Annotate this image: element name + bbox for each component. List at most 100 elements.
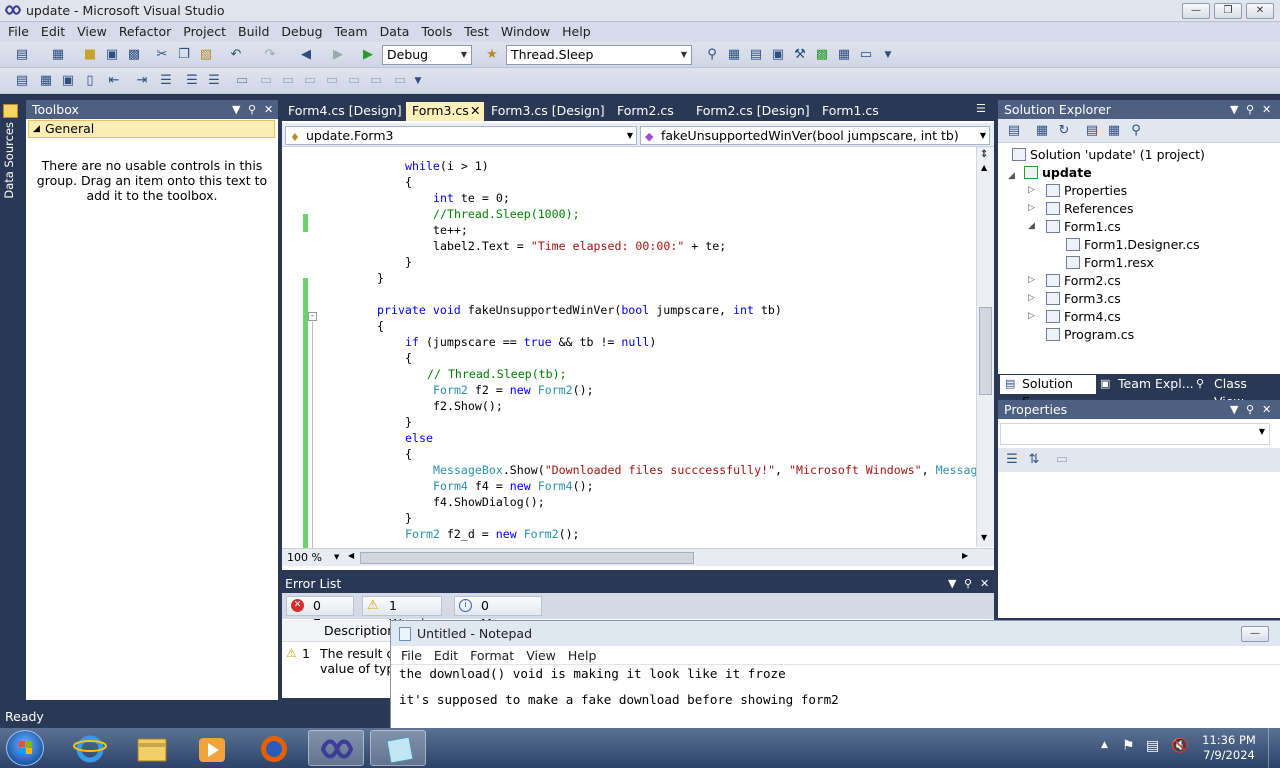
menu-debug[interactable]: Debug: [275, 22, 328, 42]
network-icon[interactable]: ▤: [1146, 738, 1159, 754]
scroll-thumb[interactable]: [979, 307, 992, 395]
tree-item-form1[interactable]: Form1.cs: [1046, 219, 1121, 235]
menu-team[interactable]: Team: [329, 22, 374, 42]
redo-icon[interactable]: ↷: [262, 47, 278, 63]
notepad-minimize-button[interactable]: —: [1241, 626, 1269, 642]
tab-form2-cs[interactable]: Form2.cs: [611, 102, 680, 121]
property-pages-icon[interactable]: ▭: [1054, 452, 1070, 468]
error-dropdown-icon[interactable]: ▼: [948, 574, 956, 593]
collapse-region-icon[interactable]: -: [308, 312, 317, 321]
tree-item-references[interactable]: References: [1046, 201, 1133, 217]
notepad-menu-file[interactable]: File: [395, 646, 428, 664]
expand-arrow-icon[interactable]: ▷: [1028, 185, 1035, 195]
class-dropdown[interactable]: ♦ update.Form3 ▼: [285, 126, 637, 145]
tab-solution-explorer[interactable]: ▤Solution E...: [1000, 375, 1096, 409]
tree-item-properties[interactable]: Properties: [1046, 183, 1127, 199]
tree-item-form3[interactable]: Form3.cs: [1046, 291, 1121, 307]
save-all-icon[interactable]: ▩: [126, 47, 142, 63]
view-designer-icon[interactable]: ▦: [1106, 123, 1122, 139]
object-browser-icon[interactable]: ▣: [770, 47, 786, 63]
next-bookmark-doc-icon[interactable]: ▭: [392, 73, 408, 89]
warnings-filter-button[interactable]: ⚠ 1 Warning: [362, 596, 442, 631]
notepad-menu-help[interactable]: Help: [562, 646, 603, 664]
properties-icon[interactable]: ▤: [1006, 123, 1022, 139]
menu-build[interactable]: Build: [232, 22, 275, 42]
split-icon[interactable]: ⇕: [980, 149, 988, 160]
notepad-menu-edit[interactable]: Edit: [428, 646, 464, 664]
menu-view[interactable]: View: [71, 22, 113, 42]
refresh-icon[interactable]: ↻: [1056, 123, 1072, 139]
expand-arrow-icon[interactable]: ▷: [1028, 275, 1035, 285]
indent-icon[interactable]: ⇥: [134, 73, 150, 89]
notepad-taskbar-button[interactable]: [370, 730, 426, 766]
parameter-info-icon[interactable]: ▦: [38, 73, 54, 89]
solution-explorer-icon[interactable]: ▦: [726, 47, 742, 63]
notepad-menu-format[interactable]: Format: [464, 646, 520, 664]
undo-icon[interactable]: ↶: [228, 47, 244, 63]
copy-icon[interactable]: ❐: [176, 47, 192, 63]
tab-form3-cs[interactable]: Form3.cs ✕: [406, 102, 484, 121]
sol-pin-icon[interactable]: ⚲: [1246, 100, 1254, 119]
props-close-icon[interactable]: ✕: [1262, 400, 1271, 419]
vertical-scrollbar[interactable]: ⇕ ▲ ▼: [976, 147, 994, 547]
close-button[interactable]: ✕: [1246, 3, 1274, 19]
error-pin-icon[interactable]: ⚲: [964, 574, 972, 593]
expand-arrow-icon[interactable]: ◢: [1008, 171, 1015, 181]
quick-info-icon[interactable]: ▣: [60, 73, 76, 89]
props-pin-icon[interactable]: ⚲: [1246, 400, 1254, 419]
menu-test[interactable]: Test: [458, 22, 495, 42]
description-column[interactable]: Description: [324, 623, 395, 638]
expand-arrow-icon[interactable]: ▷: [1028, 293, 1035, 303]
comment-icon[interactable]: ☰: [158, 73, 174, 89]
start-button[interactable]: [6, 730, 44, 766]
add-item-icon[interactable]: ▦: [50, 47, 66, 63]
tree-item-solution[interactable]: Solution 'update' (1 project): [1012, 147, 1205, 163]
toolbar-options-icon[interactable]: ▼: [880, 47, 896, 63]
command-window-icon[interactable]: ▭: [858, 47, 874, 63]
categorized-icon[interactable]: ☰: [1004, 452, 1020, 468]
tab-form4-design[interactable]: Form4.cs [Design]: [282, 102, 408, 121]
horizontal-scroll-thumb[interactable]: [360, 552, 694, 564]
scroll-down-icon[interactable]: ▼: [981, 533, 987, 542]
tab-form1-cs[interactable]: Form1.cs: [816, 102, 885, 121]
menu-data[interactable]: Data: [374, 22, 416, 42]
toolbox-tab-icon[interactable]: [3, 104, 18, 118]
member-dropdown[interactable]: ◆ fakeUnsupportedWinVer(bool jumpscare, …: [640, 126, 990, 145]
toolbox-dropdown-icon[interactable]: ▼: [232, 100, 240, 119]
find-combo[interactable]: Thread.Sleep ▼: [506, 45, 692, 65]
toolbar2-options-icon[interactable]: ▼: [410, 73, 426, 89]
class-diagram-icon[interactable]: ⚲: [1128, 123, 1144, 139]
file-explorer-button[interactable]: [124, 730, 180, 766]
tab-team-explorer[interactable]: ▣ Team Expl...: [1096, 375, 1194, 394]
tree-item-form4[interactable]: Form4.cs: [1046, 309, 1121, 325]
props-dropdown-icon[interactable]: ▼: [1230, 400, 1238, 419]
show-desktop-button[interactable]: [1268, 728, 1280, 768]
visual-studio-taskbar-button[interactable]: [308, 730, 364, 766]
menu-window[interactable]: Window: [495, 22, 556, 42]
menu-refactor[interactable]: Refactor: [113, 22, 177, 42]
sol-dropdown-icon[interactable]: ▼: [1230, 100, 1238, 119]
scroll-right-icon[interactable]: ▶: [962, 551, 968, 560]
tree-item-program[interactable]: Program.cs: [1046, 327, 1134, 343]
tab-form2-design[interactable]: Form2.cs [Design]: [690, 102, 816, 121]
alphabetical-icon[interactable]: ⇅: [1026, 452, 1042, 468]
data-sources-tab[interactable]: Data Sources: [2, 122, 16, 199]
object-selector-dropdown[interactable]: ▼: [1000, 423, 1270, 445]
tree-item-form1-designer[interactable]: Form1.Designer.cs: [1066, 237, 1200, 253]
toolbox-empty-message[interactable]: There are no usable controls in this gro…: [34, 158, 270, 203]
expand-arrow-icon[interactable]: ▷: [1028, 203, 1035, 213]
firefox-button[interactable]: [246, 730, 302, 766]
toolbox-icon[interactable]: ⚒: [792, 47, 808, 63]
open-folder-icon[interactable]: ■: [82, 47, 98, 63]
next-bookmark-icon[interactable]: ▭: [280, 73, 296, 89]
tab-close-icon[interactable]: ✕: [470, 102, 480, 120]
action-center-flag-icon[interactable]: ⚑: [1122, 738, 1135, 754]
menu-project[interactable]: Project: [177, 22, 232, 42]
tab-form3-design[interactable]: Form3.cs [Design]: [485, 102, 611, 121]
navigate-forward-icon[interactable]: ▶: [330, 47, 346, 63]
show-hidden-icons-icon[interactable]: ▲: [1101, 740, 1108, 750]
maximize-button[interactable]: ❐: [1214, 3, 1242, 19]
sol-close-icon[interactable]: ✕: [1262, 100, 1271, 119]
toggle-bookmark-icon[interactable]: ☰: [206, 73, 222, 89]
word-completion-icon[interactable]: ▯: [82, 73, 98, 89]
